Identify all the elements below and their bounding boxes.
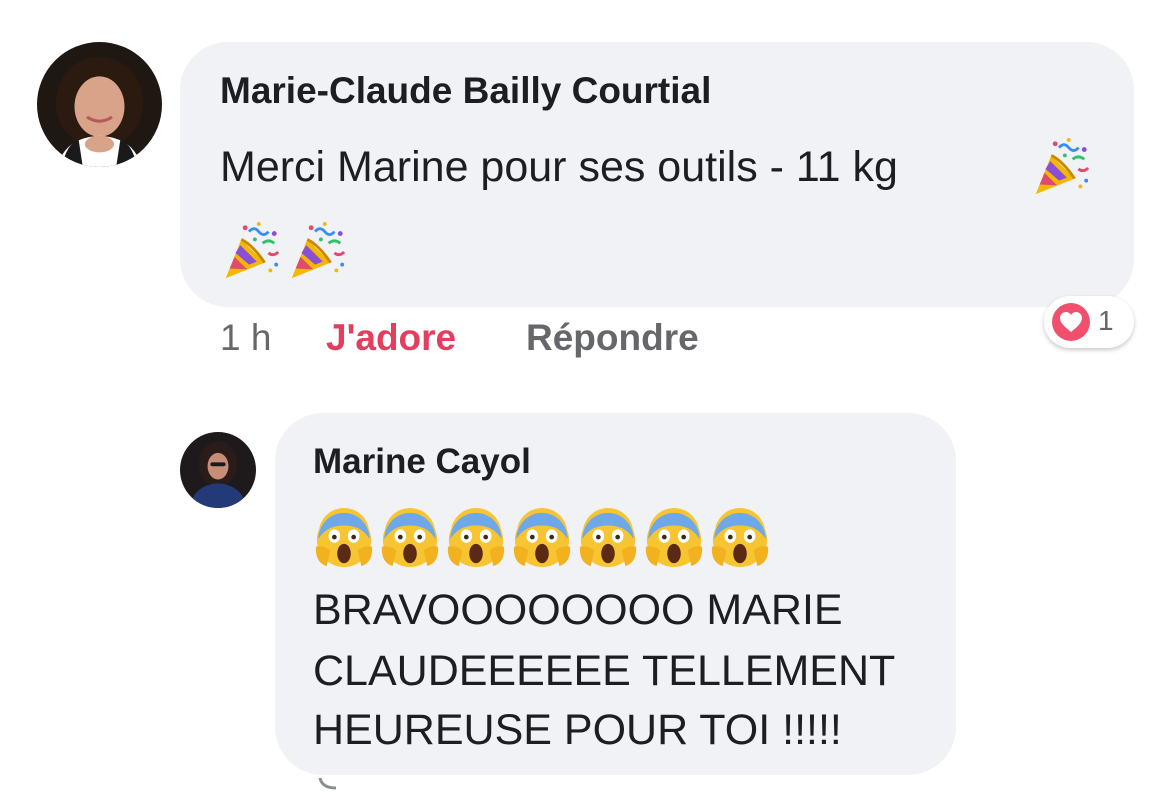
love-reaction-button[interactable]: J'adore xyxy=(326,317,456,359)
comment-text-line: BRAVOOOOOOOO MARIE xyxy=(313,586,843,634)
comment-thread: Marie-Claude Bailly Courtial Merci Marin… xyxy=(0,0,1170,792)
avatar[interactable] xyxy=(37,42,162,167)
face-screaming-in-fear-icon xyxy=(643,508,705,570)
reaction-summary[interactable]: 1 xyxy=(1044,296,1134,348)
face-screaming-in-fear-icon xyxy=(313,508,375,570)
face-screaming-in-fear-icon xyxy=(379,508,441,570)
comment-author-name[interactable]: Marie-Claude Bailly Courtial xyxy=(220,70,711,112)
comment-timestamp[interactable]: 1 h xyxy=(220,317,271,359)
face-screaming-in-fear-icon xyxy=(709,508,771,570)
party-popper-icon xyxy=(220,220,282,282)
face-screaming-in-fear-icon xyxy=(445,508,507,570)
reply-button[interactable]: Répondre xyxy=(526,317,699,359)
reply-arrow-icon xyxy=(318,777,337,790)
comment-text-line: CLAUDEEEEEE TELLEMENT xyxy=(313,647,896,695)
party-popper-icon xyxy=(286,220,348,282)
face-screaming-in-fear-icon xyxy=(511,508,573,570)
party-popper-icon xyxy=(1030,136,1092,198)
face-screaming-in-fear-icon xyxy=(577,508,639,570)
reaction-count: 1 xyxy=(1098,305,1114,336)
comment-text: Merci Marine pour ses outils - 11 kg xyxy=(220,143,898,191)
heart-reaction-icon xyxy=(1052,303,1090,341)
comment-text-line: HEUREUSE POUR TOI !!!!! xyxy=(313,706,842,754)
avatar[interactable] xyxy=(180,432,256,508)
comment-author-name[interactable]: Marine Cayol xyxy=(313,442,531,482)
